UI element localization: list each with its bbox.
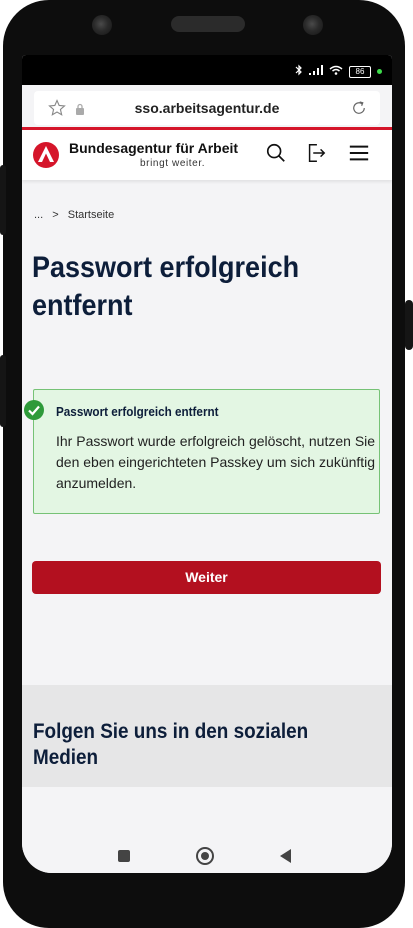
menu-icon[interactable] xyxy=(348,142,370,169)
alert-body: Ihr Passwort wurde erfolgreich gelöscht,… xyxy=(56,433,376,491)
screen: 86 sso.arbeitsagentur.de Bundesagentur f… xyxy=(22,55,392,873)
social-media-title: Folgen Sie uns in den sozialen Medien xyxy=(33,720,309,769)
wifi-icon xyxy=(329,65,343,78)
page-title-line1: Passwort erfolgreich xyxy=(32,251,300,284)
browser-url-bar: sso.arbeitsagentur.de xyxy=(22,85,392,133)
earpiece-speaker xyxy=(171,16,245,32)
ba-logo-icon[interactable] xyxy=(32,141,60,174)
address-field[interactable]: sso.arbeitsagentur.de xyxy=(34,91,380,125)
brand-tagline: bringt weiter. xyxy=(140,158,206,169)
android-nav-bar xyxy=(22,837,392,873)
breadcrumb: ... > Startseite xyxy=(34,209,120,221)
breadcrumb-startseite[interactable]: Startseite xyxy=(68,209,114,221)
sensor-icon xyxy=(303,15,323,35)
search-icon[interactable] xyxy=(265,142,287,169)
success-alert: Passwort erfolgreich entfernt Ihr Passwo… xyxy=(33,389,380,514)
signal-icon xyxy=(309,65,323,78)
site-header: Bundesagentur für Arbeit bringt weiter. xyxy=(22,127,392,180)
bluetooth-icon xyxy=(295,64,303,79)
success-check-icon xyxy=(24,400,44,425)
url-text: sso.arbeitsagentur.de xyxy=(134,100,280,116)
recent-apps-icon[interactable] xyxy=(118,850,130,862)
status-bar: 86 xyxy=(22,55,392,85)
continue-button[interactable]: Weiter xyxy=(32,561,381,594)
breadcrumb-separator-icon: > xyxy=(52,209,59,221)
logout-icon[interactable] xyxy=(305,142,327,169)
front-camera-icon xyxy=(92,15,112,35)
privacy-indicator-icon xyxy=(377,69,382,74)
volume-button xyxy=(0,165,6,235)
alert-title: Passwort erfolgreich entfernt xyxy=(56,404,219,419)
reload-icon[interactable] xyxy=(350,99,368,122)
brand-name[interactable]: Bundesagentur für Arbeit xyxy=(69,140,238,156)
power-button xyxy=(0,355,6,427)
breadcrumb-ellipsis[interactable]: ... xyxy=(34,209,43,221)
social-media-section: Folgen Sie uns in den sozialen Medien xyxy=(22,685,392,787)
back-icon[interactable] xyxy=(280,849,291,863)
side-button-right xyxy=(405,300,413,350)
page-title-line2: entfernt xyxy=(32,289,133,322)
page-title: Passwort erfolgreich entfernt xyxy=(32,249,365,325)
battery-icon: 86 xyxy=(349,65,371,78)
home-icon[interactable] xyxy=(196,847,214,865)
